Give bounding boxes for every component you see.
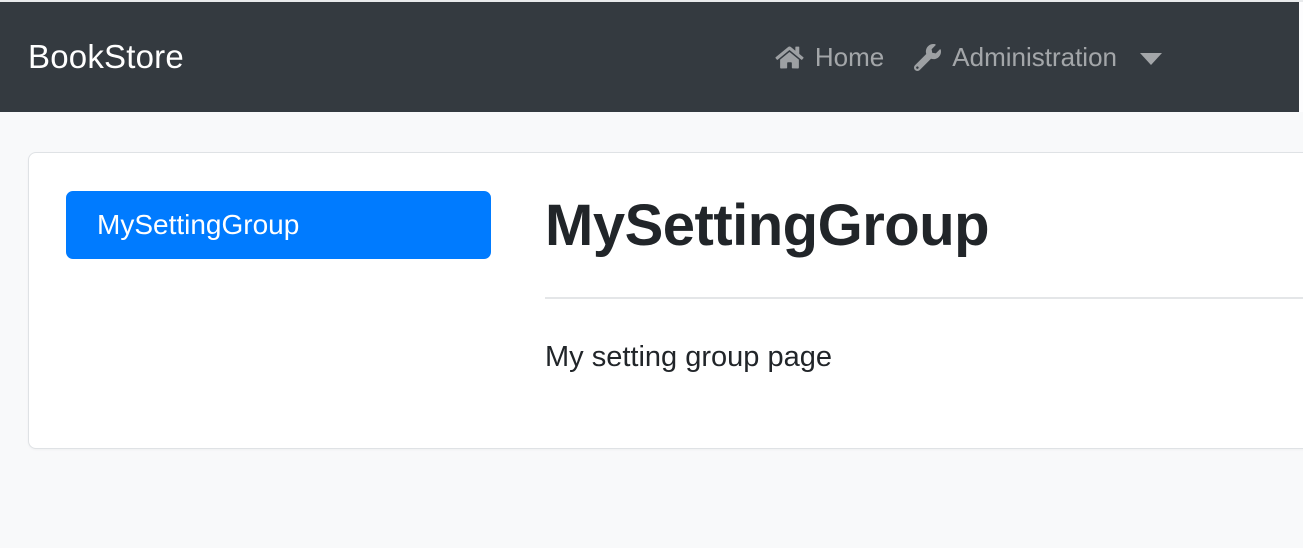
nav-item-home[interactable]: Home: [775, 42, 884, 73]
home-icon: [775, 45, 804, 70]
caret-down-icon: [1140, 53, 1162, 65]
settings-card: MySettingGroup MySettingGroup My setting…: [28, 152, 1303, 449]
brand-link[interactable]: BookStore: [28, 38, 184, 76]
nav-item-home-label: Home: [814, 41, 885, 72]
setting-group-content: MySettingGroup My setting group page: [545, 191, 1303, 448]
setting-group-item-mysettinggroup[interactable]: MySettingGroup: [66, 191, 491, 259]
wrench-icon: [914, 43, 942, 71]
navbar-menu: Home Administration: [775, 42, 1162, 73]
divider: [545, 296, 1303, 299]
navbar: BookStore Home Administration: [0, 2, 1299, 112]
scrollbar[interactable]: [1299, 2, 1303, 112]
nav-item-administration-label: Administration: [952, 41, 1117, 72]
page-title: MySettingGroup: [545, 193, 990, 258]
setting-group-list: MySettingGroup: [66, 191, 491, 448]
setting-group-body-text: My setting group page: [545, 340, 832, 373]
nav-item-administration[interactable]: Administration: [914, 42, 1162, 73]
